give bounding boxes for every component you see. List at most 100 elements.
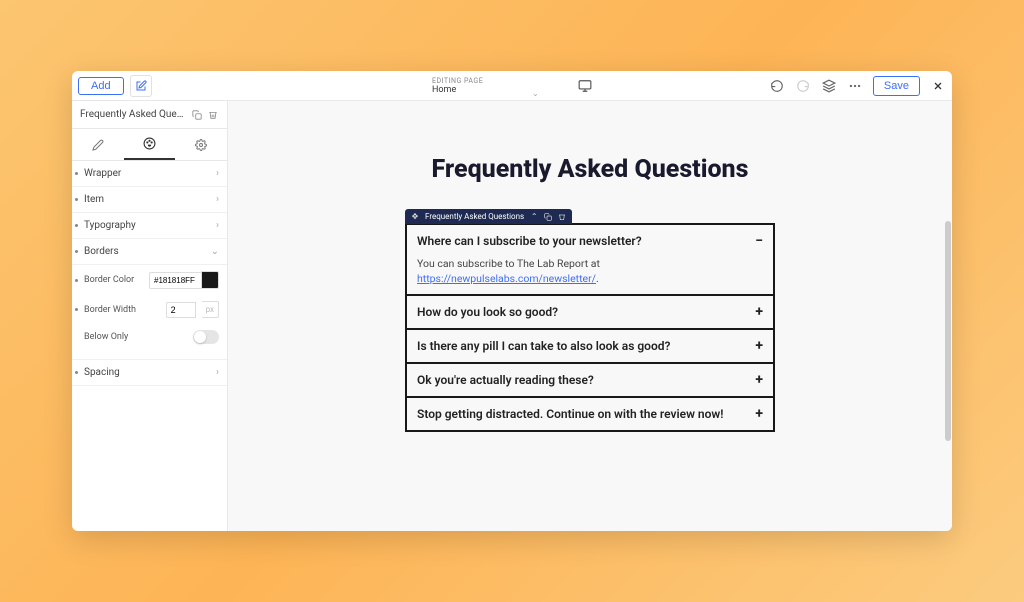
panel-divider bbox=[72, 350, 227, 360]
chevron-down-icon: ⌄ bbox=[532, 89, 539, 98]
below-only-toggle[interactable] bbox=[193, 330, 219, 344]
faq-item: How do you look so good? + bbox=[407, 296, 773, 330]
expand-icon[interactable]: + bbox=[755, 372, 763, 388]
chevron-right-icon: › bbox=[216, 194, 219, 205]
undo-icon bbox=[770, 79, 784, 93]
selected-block-title: Frequently Asked Quest... bbox=[80, 109, 187, 120]
inspector-sidebar: Frequently Asked Quest... bbox=[72, 101, 228, 531]
faq-question-row[interactable]: Where can I subscribe to your newsletter… bbox=[417, 233, 763, 249]
faq-question-row[interactable]: Ok you're actually reading these? + bbox=[417, 372, 763, 388]
close-icon bbox=[932, 80, 944, 92]
tab-content[interactable] bbox=[72, 129, 124, 160]
border-width-unit: px bbox=[202, 301, 219, 318]
expand-icon[interactable]: + bbox=[755, 406, 763, 422]
section-item[interactable]: Item › bbox=[72, 187, 227, 213]
section-wrapper[interactable]: Wrapper › bbox=[72, 161, 227, 187]
page-selector-dropdown[interactable]: EDITING PAGE Home bbox=[432, 77, 532, 95]
faq-title: Frequently Asked Questions bbox=[405, 155, 775, 184]
section-typography[interactable]: Typography › bbox=[72, 213, 227, 239]
canvas[interactable]: Frequently Asked Questions ✥ Frequently … bbox=[228, 101, 952, 531]
field-border-width: Border Width px bbox=[72, 295, 227, 324]
expand-icon[interactable]: + bbox=[755, 338, 763, 354]
app-window: Add EDITING PAGE Home ⌄ bbox=[72, 71, 952, 531]
faq-block[interactable]: Frequently Asked Questions ✥ Frequently … bbox=[405, 155, 775, 531]
faq-item: Where can I subscribe to your newsletter… bbox=[407, 225, 773, 296]
border-width-label: Border Width bbox=[80, 305, 160, 315]
block-toolbar-label: Frequently Asked Questions bbox=[425, 212, 524, 221]
copy-icon[interactable] bbox=[544, 213, 552, 221]
faq-item: Ok you're actually reading these? + bbox=[407, 364, 773, 398]
chevron-down-icon: ⌄ bbox=[211, 246, 219, 257]
top-toolbar: Add EDITING PAGE Home ⌄ bbox=[72, 71, 952, 101]
field-below-only: Below Only bbox=[72, 324, 227, 350]
close-button[interactable] bbox=[930, 78, 946, 94]
add-button[interactable]: Add bbox=[78, 77, 124, 95]
faq-question: Where can I subscribe to your newsletter… bbox=[417, 234, 642, 248]
below-only-label: Below Only bbox=[80, 332, 187, 342]
section-spacing[interactable]: Spacing › bbox=[72, 360, 227, 386]
toolbar-right: Save bbox=[769, 76, 946, 96]
chevron-right-icon: › bbox=[216, 367, 219, 378]
layers-icon bbox=[822, 79, 836, 93]
palette-icon bbox=[143, 137, 156, 150]
block-floating-toolbar: ✥ Frequently Asked Questions ⌃ bbox=[405, 209, 572, 224]
section-typography-label: Typography bbox=[80, 220, 216, 231]
redo-button[interactable] bbox=[795, 78, 811, 94]
border-color-input[interactable] bbox=[149, 272, 201, 289]
faq-item: Is there any pill I can take to also loo… bbox=[407, 330, 773, 364]
tab-style[interactable] bbox=[124, 129, 176, 160]
faq-answer-text: You can subscribe to The Lab Report at bbox=[417, 257, 600, 270]
app-body: Frequently Asked Quest... bbox=[72, 101, 952, 531]
faq-answer-suffix: . bbox=[596, 272, 599, 285]
faq-item: Stop getting distracted. Continue on wit… bbox=[407, 398, 773, 430]
copy-icon bbox=[192, 110, 202, 120]
faq-question-row[interactable]: Stop getting distracted. Continue on wit… bbox=[417, 406, 763, 422]
desktop-device-icon[interactable] bbox=[578, 79, 592, 93]
edit-icon bbox=[135, 80, 147, 92]
toolbar-center: EDITING PAGE Home ⌄ bbox=[432, 77, 592, 95]
section-spacing-label: Spacing bbox=[80, 367, 216, 378]
delete-block-button[interactable] bbox=[207, 109, 219, 121]
scrollbar[interactable] bbox=[945, 221, 951, 441]
duplicate-block-button[interactable] bbox=[191, 109, 203, 121]
drag-handle-icon[interactable]: ✥ bbox=[411, 213, 419, 221]
field-border-color: Border Color bbox=[72, 265, 227, 295]
faq-question: Ok you're actually reading these? bbox=[417, 373, 594, 387]
tab-settings[interactable] bbox=[175, 129, 227, 160]
section-item-label: Item bbox=[80, 194, 216, 205]
expand-icon[interactable]: + bbox=[755, 304, 763, 320]
faq-question-row[interactable]: How do you look so good? + bbox=[417, 304, 763, 320]
section-borders-label: Borders bbox=[80, 246, 211, 257]
border-width-input[interactable] bbox=[166, 302, 196, 318]
border-color-label: Border Color bbox=[80, 275, 143, 285]
collapse-icon[interactable]: − bbox=[755, 233, 763, 249]
faq-question: Is there any pill I can take to also loo… bbox=[417, 339, 670, 353]
save-button[interactable]: Save bbox=[873, 76, 920, 96]
faq-accordion: Where can I subscribe to your newsletter… bbox=[405, 223, 775, 432]
more-button[interactable] bbox=[847, 78, 863, 94]
faq-question-row[interactable]: Is there any pill I can take to also loo… bbox=[417, 338, 763, 354]
faq-question: Stop getting distracted. Continue on wit… bbox=[417, 407, 723, 421]
trash-icon bbox=[208, 110, 218, 120]
section-borders[interactable]: Borders ⌄ bbox=[72, 239, 227, 265]
border-color-swatch[interactable] bbox=[201, 271, 219, 289]
page-selector-value: Home bbox=[432, 85, 532, 95]
trash-icon[interactable] bbox=[558, 213, 566, 221]
redo-icon bbox=[796, 79, 810, 93]
layers-button[interactable] bbox=[821, 78, 837, 94]
chevron-right-icon: › bbox=[216, 220, 219, 231]
gear-icon bbox=[195, 139, 207, 151]
section-wrapper-label: Wrapper bbox=[80, 168, 216, 179]
edit-page-icon-button[interactable] bbox=[130, 75, 152, 97]
faq-answer-link[interactable]: https://newpulselabs.com/newsletter/ bbox=[417, 272, 596, 285]
faq-answer: You can subscribe to The Lab Report at h… bbox=[417, 257, 763, 286]
chevron-right-icon: › bbox=[216, 168, 219, 179]
inspector-tabs bbox=[72, 129, 227, 161]
undo-button[interactable] bbox=[769, 78, 785, 94]
more-icon bbox=[848, 79, 862, 93]
faq-question: How do you look so good? bbox=[417, 305, 558, 319]
chevron-up-icon[interactable]: ⌃ bbox=[530, 213, 538, 221]
page-selector-label: EDITING PAGE bbox=[432, 77, 532, 85]
selected-block-header: Frequently Asked Quest... bbox=[72, 101, 227, 129]
pencil-icon bbox=[92, 139, 104, 151]
